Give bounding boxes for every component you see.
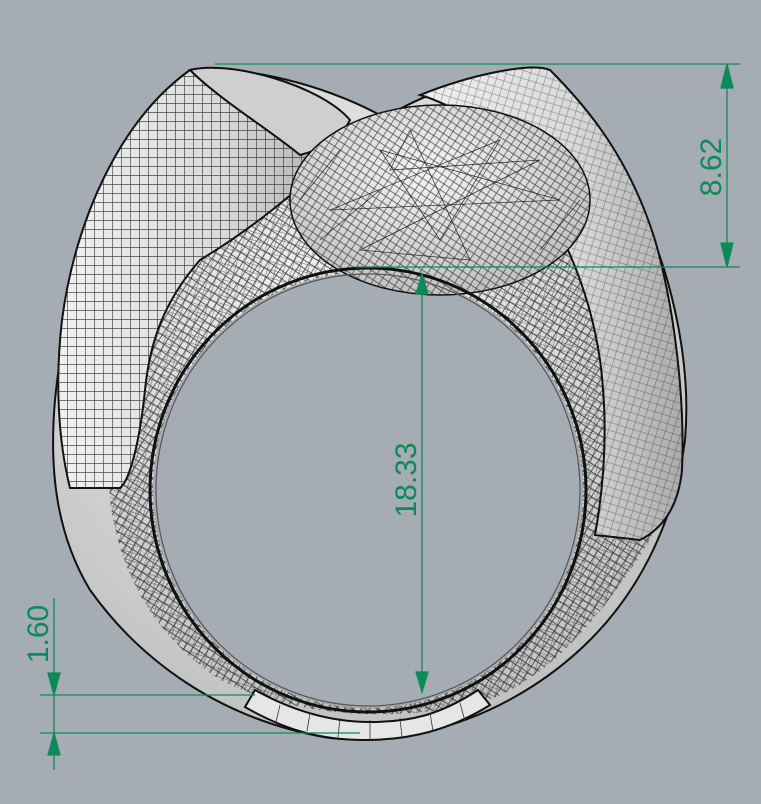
dim-label-top-height: 8.62 [695, 138, 728, 196]
cad-viewport[interactable]: 8.62 18.33 1.60 [0, 0, 761, 804]
ring-wireframe-drawing: 8.62 18.33 1.60 [22, 63, 740, 770]
dim-label-inner-diameter: 18.33 [390, 442, 423, 517]
dim-label-band-thickness: 1.60 [22, 605, 55, 663]
